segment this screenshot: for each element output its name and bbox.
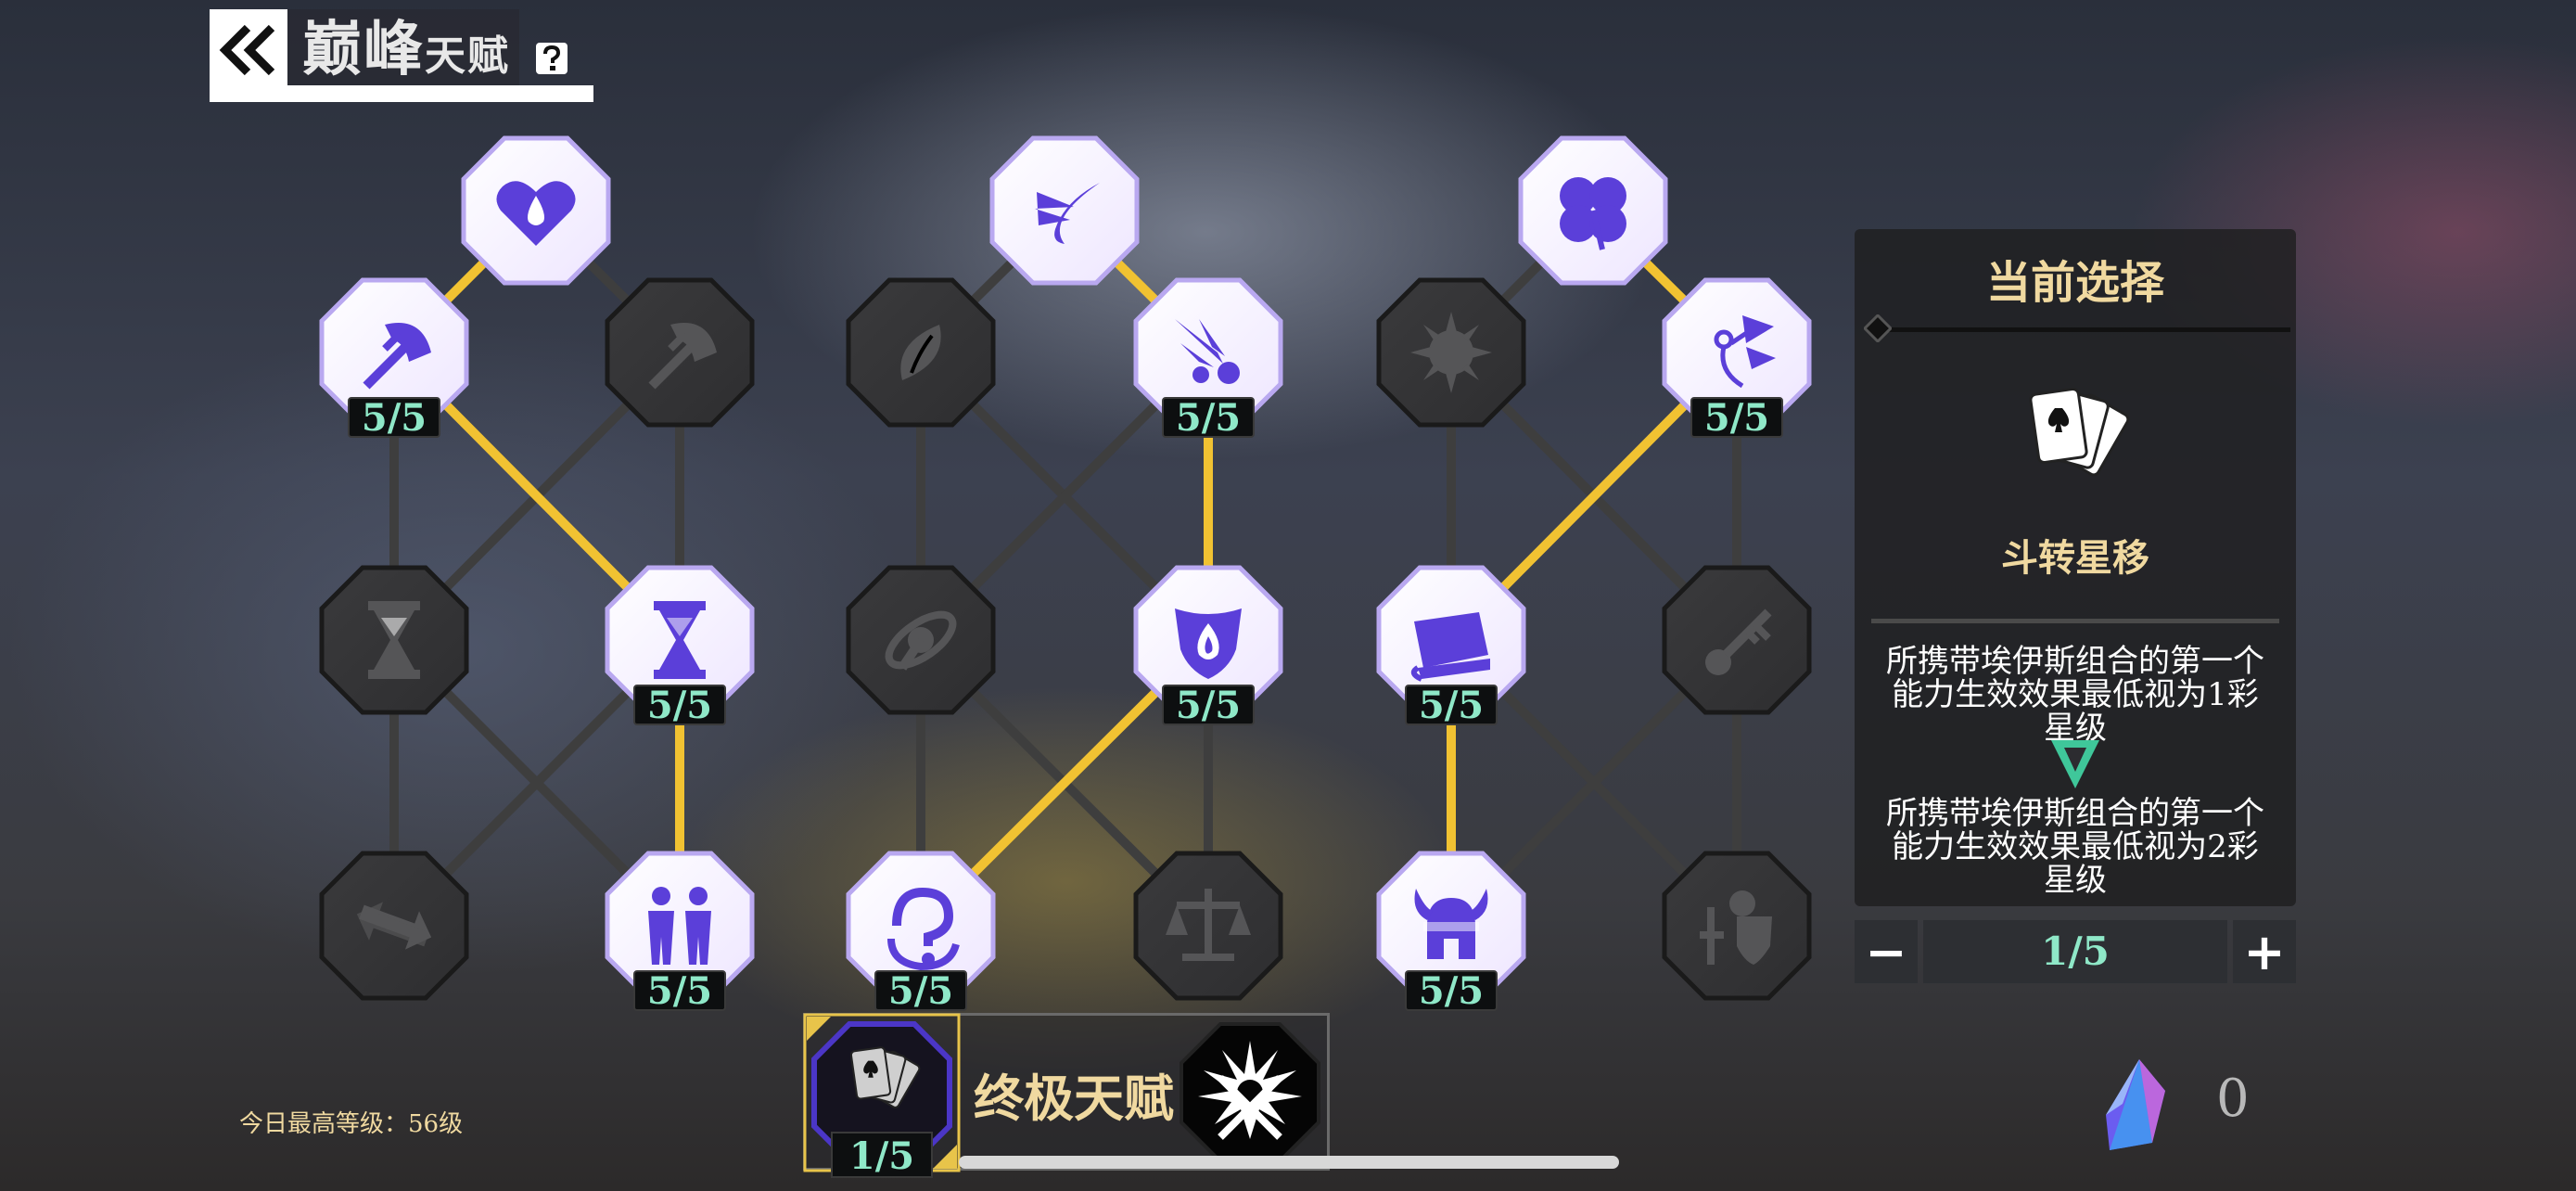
level-badge: 5/5 <box>1405 685 1498 725</box>
talent-node-fire-shield[interactable]: 5/5 <box>1132 564 1284 725</box>
comet-icon <box>1175 319 1240 384</box>
home-indicator[interactable] <box>959 1156 1619 1169</box>
talent-node-clover[interactable] <box>1517 134 1669 287</box>
heart-drop-icon <box>496 181 576 246</box>
diamond-icon <box>1864 314 1892 342</box>
knight-shield-icon <box>1700 890 1772 965</box>
level-badge: 5/5 <box>1405 970 1498 1011</box>
talent-node-swap[interactable] <box>318 850 470 1002</box>
next-effect-text: 所携带埃伊斯组合的第一个能力生效效果最低视为2彩星级 <box>1886 795 2264 899</box>
spike-ball-icon <box>1410 312 1492 393</box>
scale-icon <box>1166 889 1251 961</box>
crystal-icon <box>2106 1059 2165 1150</box>
stepper-value: 1/5 <box>1923 920 2227 983</box>
talent-node-book[interactable]: 5/5 <box>1375 564 1527 725</box>
level-badge: 5/5 <box>633 970 726 1011</box>
level-badge: 5/5 <box>633 685 726 725</box>
current-effect-text: 所携带埃伊斯组合的第一个能力生效效果最低视为1彩星级 <box>1886 643 2264 747</box>
starburst-swords-icon[interactable] <box>1176 1018 1324 1167</box>
ultimate-talent-label: 终极天赋 <box>974 1069 1174 1128</box>
talent-node-question-loop[interactable]: 5/5 <box>845 850 997 1011</box>
two-people-icon <box>648 887 711 965</box>
talent-node-axe-lit[interactable]: 5/5 <box>318 276 470 438</box>
talent-node-knight[interactable] <box>1661 850 1813 1002</box>
shuriken-icon <box>1714 315 1776 389</box>
talent-node-shuriken[interactable]: 5/5 <box>1661 276 1813 438</box>
talent-node-duo[interactable]: 5/5 <box>604 850 756 1011</box>
current-selection-panel: 当前选择 斗转星移 所携带埃伊斯组合的第一个能力生效效果最低视为1彩星级 所携带… <box>1855 229 2296 906</box>
ultimate-level-badge: 1/5 <box>831 1132 933 1178</box>
level-badge: 5/5 <box>348 397 440 438</box>
panel-separator <box>1871 619 2279 623</box>
book-icon <box>1410 612 1490 682</box>
talent-node-heart-drop[interactable] <box>460 134 612 287</box>
talent-node-hourglass[interactable]: 5/5 <box>604 564 756 725</box>
page-title: 巅峰天赋 <box>302 13 510 94</box>
level-badge: 5/5 <box>1162 397 1255 438</box>
increase-button[interactable]: + <box>2233 920 2296 983</box>
talent-node-axe-locked[interactable] <box>604 276 756 429</box>
clover-icon <box>1560 177 1626 250</box>
talent-node-key[interactable] <box>1661 564 1813 716</box>
level-badge: 5/5 <box>1162 685 1255 725</box>
best-level-today: 今日最高等级：56级 <box>239 1110 464 1138</box>
axe-icon <box>648 323 717 390</box>
page-title-main: 巅峰 <box>302 15 425 84</box>
double-chevron-left-icon <box>219 24 275 76</box>
level-badge: 5/5 <box>1690 397 1783 438</box>
question-icon[interactable] <box>534 41 569 76</box>
page-title-sub: 天赋 <box>425 32 510 80</box>
talent-node-orbit[interactable] <box>845 564 997 716</box>
talent-node-leaf-locked[interactable] <box>845 276 997 429</box>
hourglass-icon <box>654 601 706 679</box>
talent-node-helmet[interactable]: 5/5 <box>1375 850 1527 1011</box>
level-badge: 5/5 <box>874 970 967 1011</box>
orbit-icon <box>885 610 957 671</box>
back-button[interactable] <box>210 9 287 91</box>
down-arrow-icon <box>2051 740 2099 788</box>
wing-icon <box>1035 183 1100 244</box>
swap-arrows-icon <box>356 902 432 950</box>
talent-node-hourglass-locked[interactable] <box>318 564 470 716</box>
talent-node-spike-ball[interactable] <box>1375 276 1527 429</box>
talent-node-scale[interactable] <box>1132 850 1284 1002</box>
leaf-icon <box>900 325 941 380</box>
key-icon <box>1705 608 1772 675</box>
talent-node-comet[interactable]: 5/5 <box>1132 276 1284 438</box>
hourglass-icon <box>368 601 420 679</box>
question-loop-icon <box>887 887 960 971</box>
panel-title: 当前选择 <box>1985 257 2164 309</box>
level-stepper: − 1/5 + <box>1855 920 2296 983</box>
decrease-button[interactable]: − <box>1855 920 1918 983</box>
talent-node-wing[interactable] <box>988 134 1141 287</box>
playing-cards-icon <box>2029 388 2130 477</box>
header: 巅峰天赋 <box>210 9 593 102</box>
skill-name: 斗转星移 <box>2001 536 2149 580</box>
currency-value: 0 <box>2216 1069 2250 1129</box>
fire-shield-icon <box>1175 608 1242 679</box>
axe-icon <box>363 323 431 390</box>
viking-helmet-icon <box>1414 889 1488 959</box>
panel-divider <box>1882 327 2290 332</box>
